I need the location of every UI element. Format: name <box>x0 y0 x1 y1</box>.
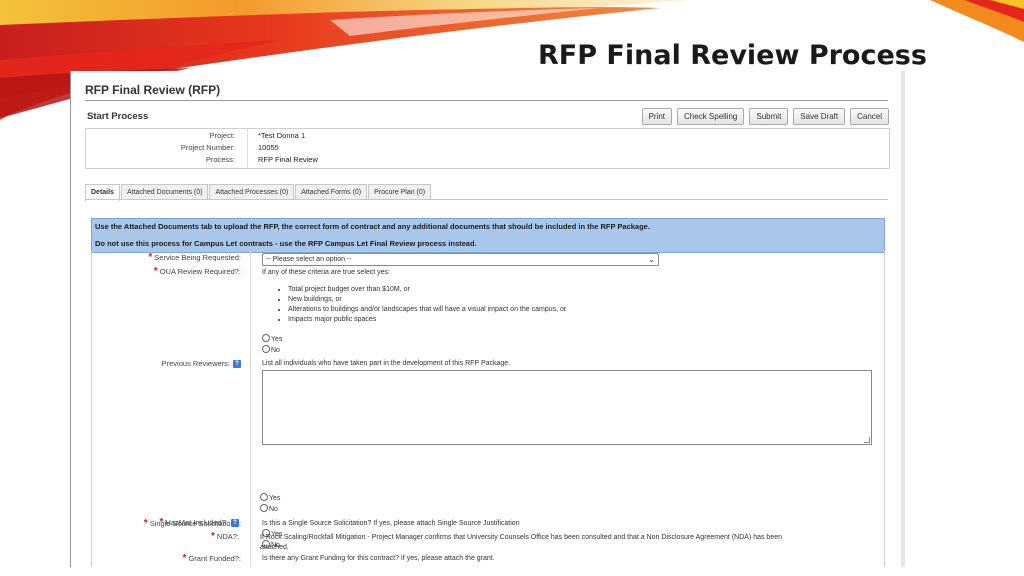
grant-no-radio[interactable]: No <box>260 504 278 513</box>
required-marker: * <box>211 531 215 542</box>
nda-text-line-2: attached. <box>260 544 289 551</box>
help-icon[interactable]: ? <box>231 519 239 528</box>
radio-circle-icon <box>260 493 268 501</box>
hazmat-label: * HazMat Included?:? <box>160 517 239 528</box>
required-marker: * <box>159 517 164 528</box>
form-lower-rows: Yes No * HazMat Included?:? * NDA?: If Roc… <box>90 0 882 576</box>
radio-circle-icon <box>260 504 268 512</box>
vertical-scrollbar[interactable] <box>901 71 905 567</box>
nda-label: * NDA?: <box>211 531 239 542</box>
nda-text-line-1: If Rock Scaling/Rockfall Mitigation - Pr… <box>260 534 783 541</box>
grant-yes-radio[interactable]: Yes <box>260 493 280 502</box>
